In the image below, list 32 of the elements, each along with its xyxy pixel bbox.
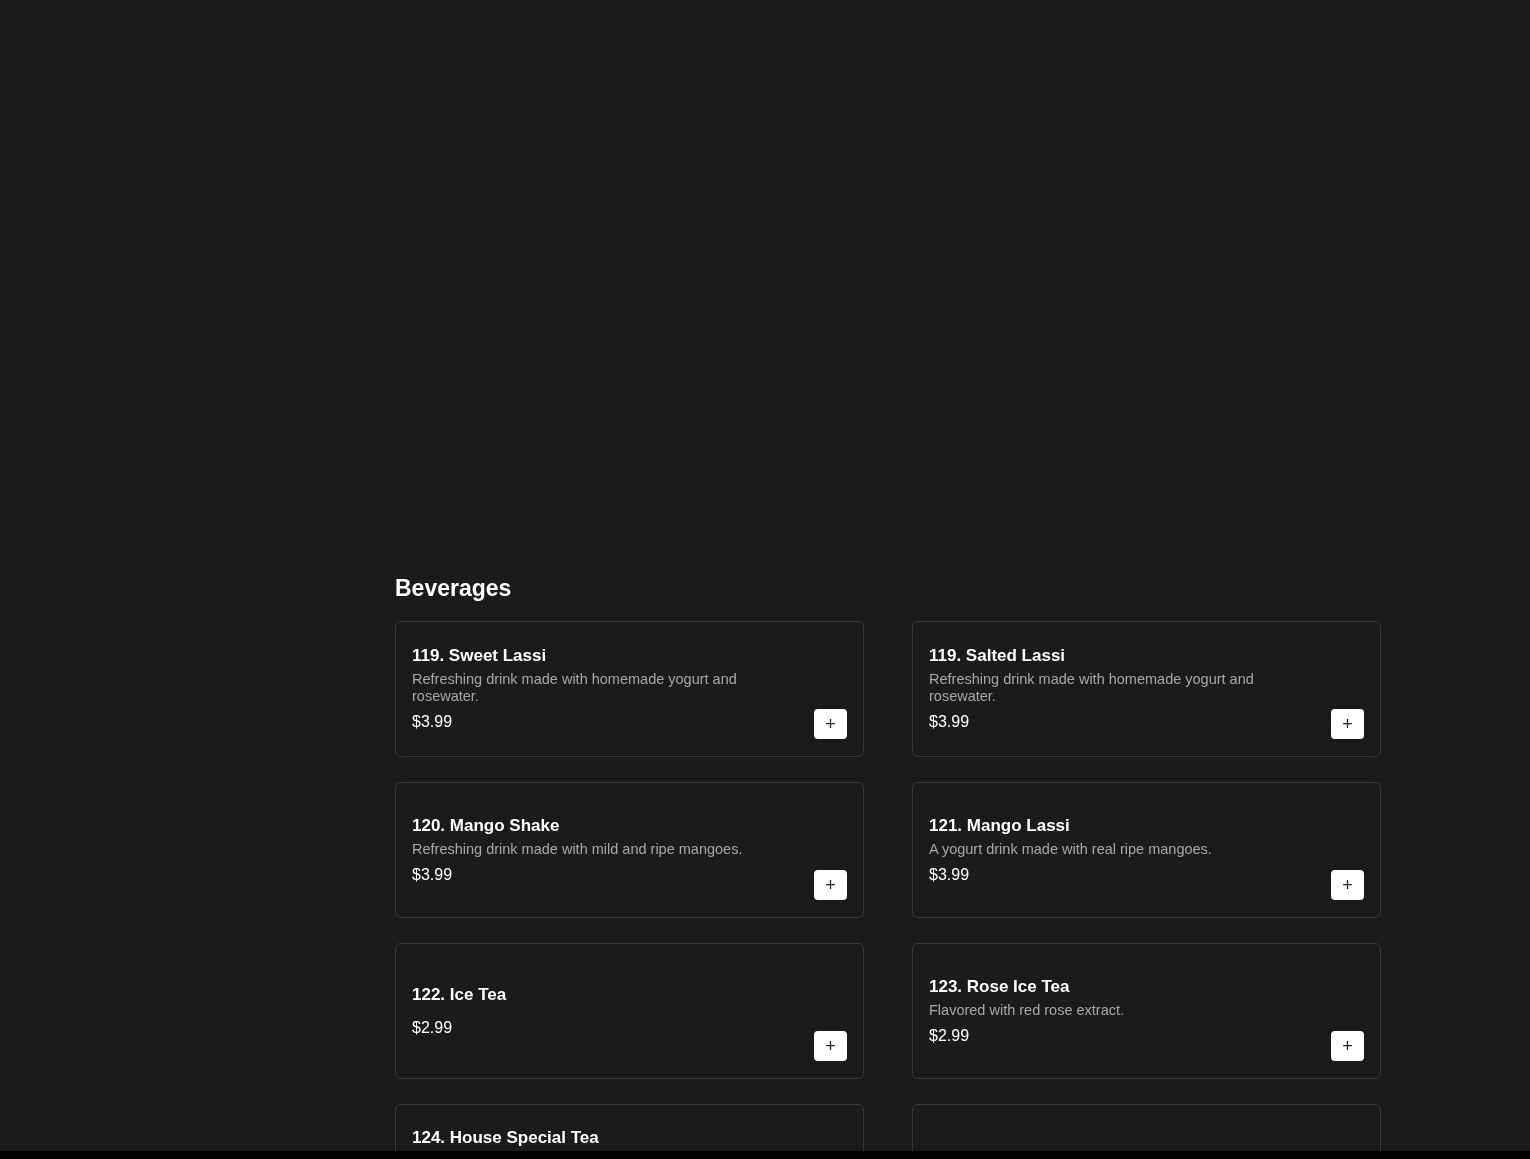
menu-card[interactable]: 119. Sweet Lassi Refreshing drink made with homemade yogurt and rosewater. $3.99 + — [395, 621, 864, 757]
item-name: 124. House Special Tea — [412, 1127, 600, 1149]
item-price: $3.99 — [412, 864, 453, 885]
item-name: 120. Mango Shake — [412, 814, 561, 837]
item-description: Flavored with red rose extract. — [929, 1001, 1126, 1019]
item-description: Refreshing drink made with homemade yogurt and rosewater. — [412, 671, 738, 705]
section-title: Beverages — [395, 574, 513, 603]
add-button[interactable]: + — [1331, 870, 1364, 900]
menu-card[interactable]: 119. Salted Lassi Refreshing drink made with homemade yogurt and rosewater. $3.99 + — [912, 621, 1381, 757]
item-price: $3.99 — [929, 864, 970, 885]
add-button[interactable]: + — [814, 870, 847, 900]
menu-card[interactable]: 121. Mango Lassi A yogurt drink made with real ripe mangoes. $3.99 + — [912, 782, 1381, 918]
item-name: 119. Salted Lassi — [929, 645, 1067, 667]
item-price: $3.99 — [412, 712, 453, 732]
add-button[interactable]: + — [814, 709, 847, 739]
menu-card[interactable]: 120. Mango Shake Refreshing drink made with mild and ripe mangoes. $3.99 + — [395, 782, 864, 918]
item-name: 123. Rose Ice Tea — [929, 975, 1071, 998]
item-price: $3.99 — [929, 712, 970, 732]
menu-card[interactable]: 124. House Special Tea — [395, 1104, 864, 1151]
item-name: 121. Mango Lassi — [929, 814, 1071, 837]
item-description: Refreshing drink made with mild and ripe mangoes. — [412, 840, 744, 858]
add-button[interactable]: + — [814, 1031, 847, 1061]
item-name: 119. Sweet Lassi — [412, 645, 548, 667]
item-price: $2.99 — [929, 1025, 970, 1046]
item-description: A yogurt drink made with real ripe mangoes. — [929, 840, 1213, 858]
item-description: Refreshing drink made with homemade yogurt and rosewater. — [929, 671, 1255, 705]
item-price: $2.99 — [412, 1017, 453, 1038]
menu-card[interactable]: 122. Ice Tea $2.99 + — [395, 943, 864, 1079]
item-name: 122. Ice Tea — [412, 983, 508, 1006]
add-button[interactable]: + — [1331, 1031, 1364, 1061]
menu-card[interactable]: 123. Rose Ice Tea Flavored with red rose extract. $2.99 + — [912, 943, 1381, 1079]
add-button[interactable]: + — [1331, 709, 1364, 739]
